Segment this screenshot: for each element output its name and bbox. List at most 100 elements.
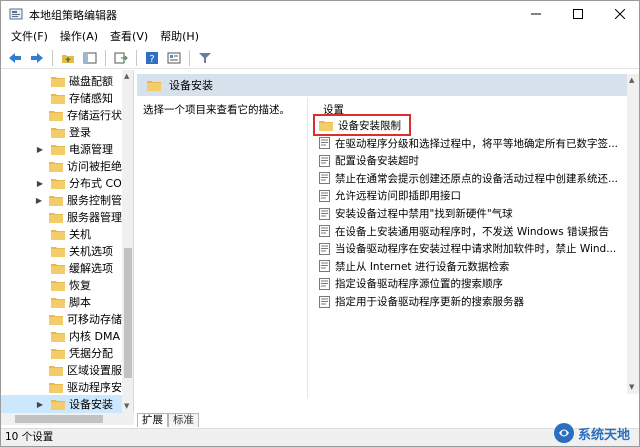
tree-item[interactable]: ▶ 服务控制管 bbox=[1, 191, 122, 209]
tab-extended[interactable]: 扩展 bbox=[137, 413, 168, 427]
setting-label: 允许远程访问即插即用接口 bbox=[335, 190, 461, 203]
show-hide-tree-button[interactable] bbox=[80, 49, 100, 67]
console-tree: 磁盘配额 存储感知 存储运行状 登录 ▶ 电源管理 访问被拒绝 ▶ 分布式 CO ▶ 服务控制管 服务… bbox=[1, 70, 134, 413]
forward-button[interactable] bbox=[27, 49, 47, 67]
details-pane: 设备安装 选择一个项目来查看它的描述。 设置 设备安装限制 在驱动程序分级和选择过… bbox=[137, 70, 639, 410]
tree-item-label: 脚本 bbox=[69, 296, 91, 309]
tree-item-label: 存储运行状 bbox=[67, 109, 122, 122]
tree-item-label: 凭据分配 bbox=[69, 347, 113, 360]
folder-icon bbox=[51, 263, 65, 274]
tree-item[interactable]: 存储感知 bbox=[1, 89, 122, 107]
pane-divider bbox=[307, 98, 308, 398]
export-list-button[interactable] bbox=[111, 49, 131, 67]
tree-item-label: 服务器管理 bbox=[67, 211, 122, 224]
watermark-text: 系统天地 bbox=[578, 427, 631, 443]
tree-item[interactable]: 内核 DMA bbox=[1, 327, 122, 345]
policy-setting-icon bbox=[319, 277, 330, 290]
setting-label: 禁止从 Internet 进行设备元数据检索 bbox=[335, 260, 510, 273]
tree-item[interactable]: 可移动存储 bbox=[1, 310, 122, 328]
policy-setting-icon bbox=[319, 207, 330, 220]
watermark-logo-icon bbox=[554, 423, 574, 443]
minimize-button[interactable] bbox=[517, 1, 555, 27]
scrollbar-thumb[interactable] bbox=[15, 415, 103, 423]
close-icon bbox=[615, 9, 625, 19]
folder-icon bbox=[51, 178, 65, 189]
tree-item[interactable]: ▶ 分布式 CO bbox=[1, 174, 122, 192]
tree-item[interactable]: 关机选项 bbox=[1, 242, 122, 260]
expand-arrow-icon[interactable]: ▶ bbox=[35, 179, 45, 188]
tree-item[interactable]: ▶ 电源管理 bbox=[1, 140, 122, 158]
tree-item-label: 存储感知 bbox=[69, 92, 113, 105]
folder-icon bbox=[147, 80, 161, 91]
toolbar: ? bbox=[1, 47, 639, 69]
scrollbar-thumb[interactable] bbox=[124, 248, 132, 378]
policy-setting-item[interactable]: 禁止在通常会提示创建还原点的设备活动过程中创建系统还... bbox=[319, 170, 618, 187]
policy-setting-item[interactable]: 当设备驱动程序在安装过程中请求附加软件时，禁止 Wind... bbox=[319, 240, 616, 257]
tree-item-label: 驱动程序安 bbox=[67, 381, 122, 394]
tree-item[interactable]: 服务器管理 bbox=[1, 208, 122, 226]
scroll-up-icon[interactable]: ▲ bbox=[124, 72, 129, 80]
scroll-down-icon[interactable]: ▼ bbox=[124, 402, 129, 410]
menu-action[interactable]: 操作(A) bbox=[54, 27, 104, 47]
policy-setting-item[interactable]: 指定用于设备驱动程序更新的搜索服务器 bbox=[319, 293, 524, 310]
policy-setting-icon bbox=[319, 295, 330, 308]
tree-item[interactable]: 登录 bbox=[1, 123, 122, 141]
toolbar-separator bbox=[136, 49, 137, 66]
tree-item[interactable]: 缓解选项 bbox=[1, 259, 122, 277]
tree-item[interactable]: ▶ 设备安装 bbox=[1, 395, 122, 413]
tree-item-label: 恢复 bbox=[69, 279, 91, 292]
setting-label: 指定设备驱动程序源位置的搜索顺序 bbox=[335, 278, 503, 291]
expand-arrow-icon[interactable]: ▶ bbox=[35, 400, 45, 409]
menu-view[interactable]: 查看(V) bbox=[104, 27, 154, 47]
tree-item-label: 缓解选项 bbox=[69, 262, 113, 275]
tree-item[interactable]: 凭据分配 bbox=[1, 344, 122, 362]
policy-setting-item[interactable]: 配置设备安装超时 bbox=[319, 152, 419, 169]
expand-arrow-icon[interactable]: ▶ bbox=[35, 196, 43, 205]
tree-item[interactable]: 磁盘配额 bbox=[1, 72, 122, 90]
expand-arrow-icon[interactable]: ▶ bbox=[35, 145, 45, 154]
policy-setting-item[interactable]: 在驱动程序分级和选择过程中，将平等地确定所有已数字签... bbox=[319, 135, 618, 152]
folder-icon bbox=[51, 280, 65, 291]
tree-item-label: 关机 bbox=[69, 228, 91, 241]
tree-item-label: 可移动存储 bbox=[67, 313, 122, 326]
scroll-up-icon[interactable]: ▲ bbox=[629, 76, 634, 84]
tree-item[interactable]: 关机 bbox=[1, 225, 122, 243]
tree-item[interactable]: 驱动程序安 bbox=[1, 378, 122, 396]
tree-item[interactable]: 恢复 bbox=[1, 276, 122, 294]
menu-file[interactable]: 文件(F) bbox=[5, 27, 54, 47]
policy-setting-item[interactable]: 禁止从 Internet 进行设备元数据检索 bbox=[319, 258, 509, 275]
back-arrow-icon bbox=[9, 52, 21, 63]
tree-horizontal-scrollbar[interactable] bbox=[1, 413, 134, 425]
folder-icon bbox=[49, 382, 63, 393]
tree-item[interactable]: 区域设置服 bbox=[1, 361, 122, 379]
menu-help[interactable]: 帮助(H) bbox=[154, 27, 205, 47]
setting-label: 当设备驱动程序在安装过程中请求附加软件时，禁止 Wind... bbox=[335, 243, 617, 256]
details-vertical-scrollbar[interactable]: ▲ ▼ bbox=[627, 74, 639, 394]
tree-item-label: 服务控制管 bbox=[67, 194, 122, 207]
policy-setting-item[interactable]: 安装设备过程中禁用"找到新硬件"气球 bbox=[319, 205, 513, 222]
tree-item-label: 磁盘配额 bbox=[69, 75, 113, 88]
back-button[interactable] bbox=[5, 49, 25, 67]
scroll-down-icon[interactable]: ▼ bbox=[629, 383, 634, 391]
policy-setting-item[interactable]: 允许远程访问即插即用接口 bbox=[319, 187, 461, 204]
properties-button[interactable] bbox=[164, 49, 184, 67]
close-button[interactable] bbox=[601, 1, 639, 27]
tree-item-label: 电源管理 bbox=[69, 143, 113, 156]
policy-setting-icon bbox=[319, 172, 330, 185]
tab-standard[interactable]: 标准 bbox=[168, 413, 199, 427]
policy-setting-item[interactable]: 指定设备驱动程序源位置的搜索顺序 bbox=[319, 275, 503, 292]
tree-item[interactable]: 存储运行状 bbox=[1, 106, 122, 124]
tree-item-label: 设备安装 bbox=[69, 398, 113, 411]
tree-vertical-scrollbar[interactable]: ▲ ▼ bbox=[122, 70, 133, 413]
policy-setting-icon bbox=[319, 260, 330, 273]
tree-item[interactable]: 访问被拒绝 bbox=[1, 157, 122, 175]
tree-item[interactable]: 脚本 bbox=[1, 293, 122, 311]
maximize-button[interactable] bbox=[559, 1, 597, 27]
folder-icon bbox=[51, 348, 65, 359]
setting-label: 指定用于设备驱动程序更新的搜索服务器 bbox=[335, 296, 524, 308]
policy-setting-item[interactable]: 在设备上安装通用驱动程序时，不发送 Windows 错误报告 bbox=[319, 223, 609, 240]
help-button[interactable]: ? bbox=[142, 49, 162, 67]
filter-button[interactable] bbox=[195, 49, 215, 67]
up-one-level-button[interactable] bbox=[58, 49, 78, 67]
properties-icon bbox=[167, 52, 181, 63]
